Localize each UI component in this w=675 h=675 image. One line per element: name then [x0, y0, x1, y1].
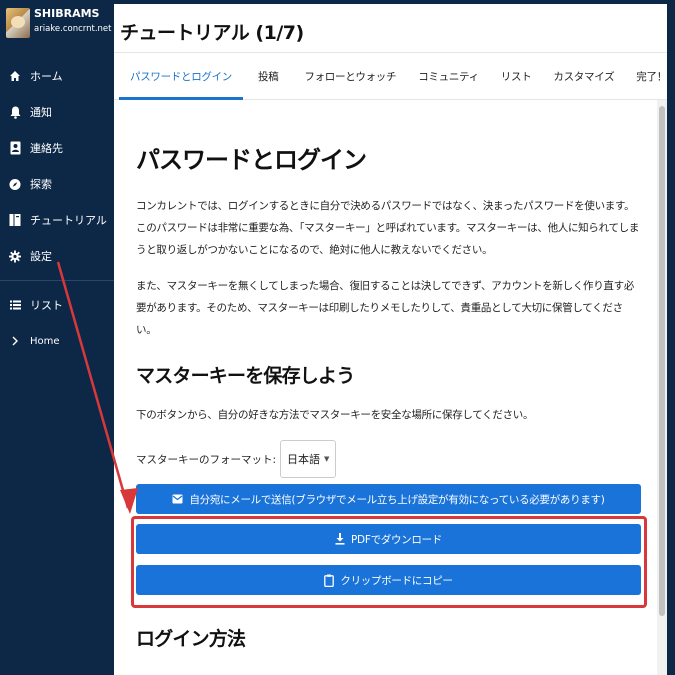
sidebar-item-settings[interactable]: 設定: [0, 238, 114, 274]
tab-complete[interactable]: 完了！: [625, 53, 675, 99]
list-icon: [9, 298, 21, 312]
send-email-button[interactable]: 自分宛にメールで送信(ブラウザでメール立ち上げ設定が有効になっている必要がありま…: [136, 484, 641, 514]
sidebar-item-label: チュートリアル: [30, 214, 107, 227]
warning-paragraph: また、マスターキーを無くしてしまった場合、復旧することは決してできず、アカウント…: [136, 280, 635, 336]
intro-paragraph: コンカレントでは、ログインするときに自分で決めるパスワードではなく、決まったパス…: [136, 200, 640, 256]
scrollbar[interactable]: [657, 100, 667, 675]
sidebar-item-contacts[interactable]: 連絡先: [0, 130, 114, 166]
tab-follow-watch[interactable]: フォローとウォッチ: [293, 53, 407, 99]
sidebar-item-label: ホーム: [30, 70, 63, 83]
tutorial-panel: チュートリアル (1/7) パスワードとログイン 投稿 フォローとウォッチ コミ…: [114, 4, 667, 675]
profile-name: SHIBRAMS: [34, 7, 100, 20]
section-heading: パスワードとログイン: [136, 146, 367, 174]
sidebar-item-label: 通知: [30, 106, 52, 119]
sidebar-item-label: リスト: [30, 299, 63, 312]
page-title: チュートリアル (1/7): [120, 22, 304, 44]
tab-bar: パスワードとログイン 投稿 フォローとウォッチ コミュニティ リスト カスタマイ…: [114, 52, 667, 100]
sidebar-item-lists[interactable]: リスト: [0, 287, 114, 323]
contacts-icon: [9, 141, 21, 155]
login-heading: ログイン方法: [136, 628, 246, 650]
bell-icon: [9, 105, 21, 119]
format-select[interactable]: 日本語 ▼: [280, 440, 337, 478]
tab-list[interactable]: リスト: [490, 53, 543, 99]
send-email-label: 自分宛にメールで送信(ブラウザでメール立ち上げ設定が有効になっている必要がありま…: [189, 493, 605, 506]
sidebar-item-label: Home: [30, 335, 60, 347]
sidebar-item-label: 探索: [30, 178, 52, 191]
format-row: マスターキーのフォーマット: 日本語 ▼: [136, 440, 643, 478]
sidebar-divider: [0, 280, 114, 281]
tab-community[interactable]: コミュニティ: [407, 53, 490, 99]
profile-text: SHIBRAMS ariake.concrnt.net: [34, 4, 111, 34]
sidebar-item-notifications[interactable]: 通知: [0, 94, 114, 130]
scrollbar-thumb[interactable]: [659, 106, 665, 616]
sidebar-item-label: 設定: [30, 250, 52, 263]
sidebar-item-home[interactable]: ホーム: [0, 58, 114, 94]
tab-password-login[interactable]: パスワードとログイン: [119, 53, 243, 100]
caret-down-icon: ▼: [324, 455, 330, 463]
sidebar-item-list-home[interactable]: Home: [0, 323, 114, 359]
tab-customize[interactable]: カスタマイズ: [542, 53, 625, 99]
format-select-value: 日本語: [287, 453, 321, 466]
save-heading: マスターキーを保存しよう: [136, 365, 355, 387]
sidebar: SHIBRAMS ariake.concrnt.net ホーム 通知 連絡先 探…: [0, 0, 114, 675]
sidebar-item-label: 連絡先: [30, 142, 63, 155]
sidebar-item-tutorial[interactable]: チュートリアル: [0, 202, 114, 238]
format-label: マスターキーのフォーマット:: [136, 453, 277, 466]
highlight-box: [131, 516, 647, 608]
sidebar-item-explore[interactable]: 探索: [0, 166, 114, 202]
mail-icon: [172, 494, 183, 504]
explore-icon: [9, 177, 21, 191]
profile-host: ariake.concrnt.net: [34, 24, 112, 34]
book-icon: [9, 213, 21, 227]
home-icon: [9, 69, 21, 83]
chevron-right-icon: [9, 334, 21, 348]
tab-post[interactable]: 投稿: [243, 53, 293, 99]
save-description: 下のボタンから、自分の好きな方法でマスターキーを安全な場所に保存してください。: [136, 409, 534, 421]
avatar: [6, 8, 30, 38]
profile[interactable]: SHIBRAMS ariake.concrnt.net: [0, 0, 114, 52]
gear-icon: [9, 249, 21, 263]
tutorial-content: パスワードとログイン コンカレントでは、ログインするときに自分で決めるパスワード…: [114, 140, 667, 478]
